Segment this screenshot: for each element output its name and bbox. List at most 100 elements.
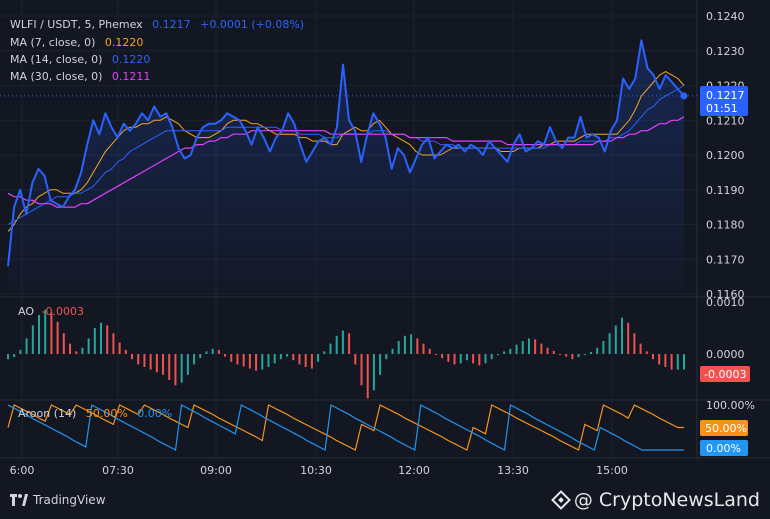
watermark: @ CryptoNewsLand — [550, 489, 760, 511]
ao-bar — [527, 338, 530, 354]
price-tick-label: 0.1240 — [706, 10, 745, 23]
ao-bar — [143, 354, 146, 367]
ao-bar — [174, 354, 177, 386]
ao-bar — [341, 330, 344, 354]
ao-bar — [205, 351, 208, 354]
tradingview-logo-icon — [10, 494, 28, 506]
ao-bar — [348, 333, 351, 354]
ao-bar — [236, 354, 239, 365]
ao-bar — [465, 354, 468, 361]
last-price-tag: 0.1217 01:51 — [700, 86, 748, 116]
ao-bar — [552, 350, 555, 354]
ao-bar — [335, 335, 338, 354]
ao-tag-value: -0.0003 — [704, 368, 746, 381]
ao-bar — [422, 343, 425, 354]
ao-bar — [329, 343, 332, 354]
price-tick-label: 0.1190 — [706, 184, 745, 197]
countdown-timer: 01:51 — [706, 102, 738, 115]
ao-bar — [211, 348, 214, 354]
ao-bar — [286, 354, 289, 357]
ao-bar — [410, 334, 413, 354]
ao-bar — [639, 343, 642, 354]
ao-bar — [106, 325, 109, 354]
ao-bar — [149, 354, 152, 370]
symbol-label: WLFI / USDT, 5, Phemex — [10, 18, 143, 31]
time-tick-label: 15:00 — [596, 464, 628, 477]
ao-bar — [137, 354, 140, 365]
ao-bar — [118, 342, 121, 354]
ao-bar — [428, 348, 431, 354]
ao-bar — [56, 321, 59, 354]
ao-bar — [627, 322, 630, 354]
ao-bar — [267, 354, 270, 367]
ao-bar — [87, 338, 90, 354]
ao-bar — [602, 341, 605, 354]
ao-bar — [577, 354, 580, 358]
trading-chart[interactable]: 0.11600.11700.11800.11900.12000.12100.12… — [0, 0, 770, 487]
aroon-down-tag: 0.00% — [700, 440, 748, 456]
ao-bar — [565, 354, 568, 357]
ao-bar — [69, 343, 72, 354]
price-tick-label: 0.1230 — [706, 45, 745, 58]
ao-bar — [255, 354, 258, 371]
aroon-legend: Aroon (14) 50.00% 0.00% — [18, 407, 172, 420]
ao-bar — [534, 339, 537, 354]
tradingview-branding[interactable]: TradingView — [10, 493, 106, 507]
ao-bar — [416, 338, 419, 354]
ao-bar — [310, 354, 313, 369]
ao-value-tag: -0.0003 — [700, 366, 750, 382]
ao-bar — [38, 315, 41, 354]
diamond-logo-icon — [550, 490, 571, 510]
ao-bar — [490, 354, 493, 360]
time-tick-label: 6:00 — [10, 464, 35, 477]
ao-bar — [372, 354, 375, 391]
ao-tick-label: 0.0010 — [706, 296, 745, 309]
ao-bar — [261, 354, 264, 370]
tradingview-label: TradingView — [33, 493, 106, 507]
ao-bar — [155, 354, 158, 373]
ao-bar — [217, 349, 220, 354]
ao-bar — [403, 335, 406, 354]
price-tick-label: 0.1210 — [706, 114, 745, 127]
legend-ma14: MA (14, close, 0) 0.1220 — [10, 53, 150, 66]
ao-bar — [162, 354, 165, 375]
ao-bar — [62, 333, 65, 354]
ao-bar — [558, 354, 561, 355]
ao-bar — [441, 354, 444, 359]
aroon-up-tag-value: 50.00% — [705, 422, 747, 435]
ao-bar — [676, 354, 679, 370]
ao-bar — [459, 354, 462, 364]
ao-bar — [354, 354, 357, 365]
ao-bar — [658, 354, 661, 365]
time-tick-label: 13:30 — [497, 464, 529, 477]
ao-bar — [503, 351, 506, 354]
ao-bar — [273, 354, 276, 364]
ao-bar — [540, 343, 543, 354]
ao-bar — [81, 347, 84, 354]
ao-bar — [614, 325, 617, 354]
ao-bar — [509, 348, 512, 354]
ao-bar — [472, 354, 475, 364]
ao-bar — [670, 354, 673, 370]
ao-bar — [596, 347, 599, 354]
ao-bar — [571, 354, 574, 360]
time-tick-label: 10:30 — [300, 464, 332, 477]
ao-bar — [199, 354, 202, 359]
ao-bar — [645, 351, 648, 354]
ao-bar — [589, 351, 592, 354]
ao-bar — [50, 312, 53, 354]
ao-bar — [360, 354, 363, 386]
legend-ma7: MA (7, close, 0) 0.1220 — [10, 36, 143, 49]
ao-bar — [193, 354, 196, 365]
ao-bar — [397, 341, 400, 354]
ao-bar — [75, 351, 78, 354]
time-tick-label: 07:30 — [102, 464, 134, 477]
ao-bar — [620, 317, 623, 354]
ao-bar — [323, 351, 326, 354]
ao-bar — [496, 354, 499, 356]
ao-bar — [230, 354, 233, 362]
ao-bar — [434, 354, 437, 355]
ao-bar — [583, 354, 586, 356]
ao-bar — [608, 333, 611, 354]
ao-bar — [521, 341, 524, 354]
